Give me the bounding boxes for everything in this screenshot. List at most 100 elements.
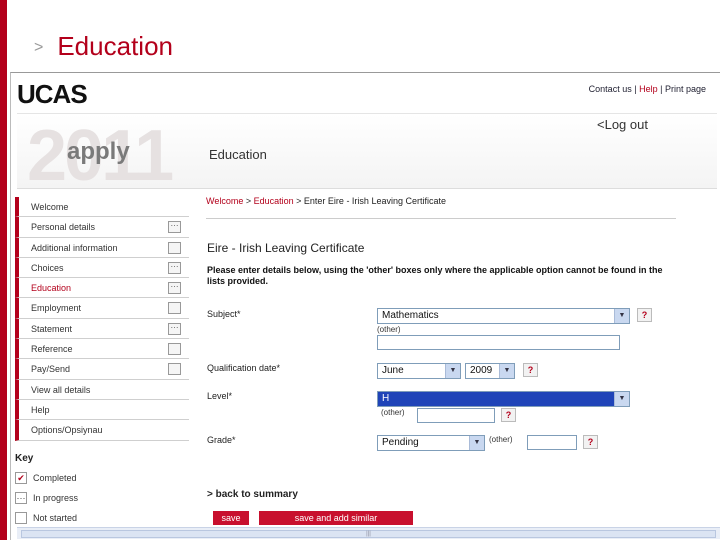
link-separator: | <box>660 84 663 94</box>
form-instructions: Please enter details below, using the 'o… <box>207 265 663 286</box>
completed-check-icon: ✔ <box>15 472 27 484</box>
logout-link[interactable]: <Log out <box>597 117 648 132</box>
sidebar-item-help[interactable]: Help <box>15 399 189 421</box>
sidebar-item-label: Pay/Send <box>31 364 71 375</box>
chevron-down-icon: ▼ <box>445 364 460 378</box>
subject-select[interactable]: Mathematics ▼ <box>377 308 630 324</box>
in-progress-icon: ··· <box>168 322 181 335</box>
sidebar-item-label: Additional information <box>31 242 118 253</box>
sidebar-item-label: View all details <box>31 384 91 395</box>
key-item-in-progress: ··· In progress <box>15 490 185 510</box>
breadcrumb: Welcome > Education > Enter Eire - Irish… <box>206 196 676 219</box>
qualification-month-value: June <box>382 365 404 376</box>
save-button[interactable]: save <box>213 511 249 525</box>
not-started-icon <box>168 343 181 356</box>
sidebar-item-label: Choices <box>31 262 64 273</box>
in-progress-icon: ··· <box>168 221 181 234</box>
subject-help-icon[interactable]: ? <box>637 308 652 322</box>
chevron-right-icon: > <box>34 39 44 56</box>
qualification-year-value: 2009 <box>470 365 493 376</box>
sidebar-item-personal-details[interactable]: Personal details ··· <box>15 217 189 238</box>
sidebar-item-choices[interactable]: Choices ··· <box>15 257 189 279</box>
sidebar-item-view-all-details[interactable]: View all details <box>15 379 189 400</box>
not-started-icon <box>168 363 181 376</box>
education-form-intro: Eire - Irish Leaving Certificate Please … <box>207 241 707 287</box>
status-key: Key ✔ Completed ··· In progress Not starte… <box>15 453 185 530</box>
slide-title-text: Education <box>57 30 173 61</box>
level-select[interactable]: H ▼ <box>377 391 630 407</box>
not-started-icon <box>168 241 181 254</box>
sidebar-item-pay-send[interactable]: Pay/Send <box>15 359 189 380</box>
header-banner: 2011 apply Education <Log out <box>17 113 717 192</box>
subject-label: Subject* <box>207 309 241 319</box>
chevron-down-icon: ▼ <box>614 309 629 323</box>
ucas-logo[interactable]: UCAS <box>17 79 88 110</box>
sidebar-item-welcome[interactable]: Welcome <box>15 197 189 218</box>
grade-other-label: (other) <box>489 435 513 444</box>
slide: > Education UCAS Contact us | Help | Pri… <box>0 0 720 540</box>
sidebar-item-label: Education <box>31 283 72 294</box>
sidebar-item-label: Statement <box>31 323 73 334</box>
back-to-summary-link[interactable]: > back to summary <box>207 489 298 500</box>
subject-other-input[interactable] <box>377 335 620 350</box>
breadcrumb-education[interactable]: Education <box>254 196 294 206</box>
key-item-label: In progress <box>33 493 79 503</box>
in-progress-icon: ··· <box>168 282 181 295</box>
sidebar-item-additional-information[interactable]: Additional information <box>15 237 189 258</box>
subject-select-value: Mathematics <box>382 310 439 321</box>
help-link[interactable]: Help <box>639 84 658 94</box>
level-other-input[interactable] <box>417 408 495 423</box>
sidebar-item-label: Personal details <box>31 222 96 233</box>
in-progress-icon: ··· <box>168 261 181 274</box>
qualification-date-help-icon[interactable]: ? <box>523 363 538 377</box>
key-title: Key <box>15 453 34 464</box>
sidebar-item-employment[interactable]: Employment <box>15 298 189 319</box>
subject-other-label: (other) <box>377 325 401 334</box>
scrollbar-thumb[interactable]: ||| <box>21 530 716 538</box>
section-heading: Education <box>209 147 267 162</box>
in-progress-icon: ··· <box>15 492 27 504</box>
key-item-label: Not started <box>33 513 78 523</box>
grade-other-input[interactable] <box>527 435 577 450</box>
slide-accent-bar <box>0 0 7 540</box>
key-item-label: Completed <box>33 473 77 483</box>
level-label: Level* <box>207 391 233 401</box>
sidebar-nav: Welcome Personal details ··· Additional i… <box>15 197 189 441</box>
sidebar-item-statement[interactable]: Statement ··· <box>15 318 189 340</box>
sidebar-item-label: Welcome <box>31 202 69 212</box>
level-help-icon[interactable]: ? <box>501 408 516 422</box>
breadcrumb-current: Enter Eire - Irish Leaving Certificate <box>303 196 446 206</box>
breadcrumb-welcome[interactable]: Welcome <box>206 196 243 206</box>
sidebar-item-label: Options/Opsiynau <box>31 425 103 436</box>
not-started-icon <box>15 512 27 524</box>
chevron-down-icon: ▼ <box>499 364 514 378</box>
apply-title: apply <box>67 138 130 165</box>
level-select-value: H <box>382 393 390 404</box>
grade-select[interactable]: Pending ▼ <box>377 435 485 451</box>
sidebar-item-label: Reference <box>31 344 73 355</box>
breadcrumb-separator: > <box>243 196 254 206</box>
sidebar-item-education[interactable]: Education ··· <box>15 278 189 299</box>
breadcrumb-separator: > <box>293 196 304 206</box>
scrollbar-grip-icon: ||| <box>366 531 371 537</box>
grade-help-icon[interactable]: ? <box>583 435 598 449</box>
level-other-label: (other) <box>381 408 405 417</box>
top-links: Contact us | Help | Print page <box>589 84 706 94</box>
qualification-month-select[interactable]: June ▼ <box>377 363 461 379</box>
sidebar-item-reference[interactable]: Reference <box>15 339 189 360</box>
horizontal-scrollbar[interactable]: ||| <box>17 527 720 539</box>
sidebar-item-label: Employment <box>31 303 82 314</box>
print-page-link[interactable]: Print page <box>665 84 706 94</box>
slide-title: > Education <box>34 28 173 64</box>
chevron-down-icon: ▼ <box>469 436 484 450</box>
grade-label: Grade* <box>207 435 236 445</box>
chevron-down-icon: ▼ <box>614 392 629 406</box>
link-separator: | <box>634 84 637 94</box>
not-started-icon <box>168 302 181 315</box>
sidebar-item-options[interactable]: Options/Opsiynau <box>15 420 189 441</box>
sidebar-item-label: Help <box>31 404 50 415</box>
save-and-add-similar-button[interactable]: save and add similar <box>259 511 413 525</box>
qualification-date-label: Qualification date* <box>207 363 281 373</box>
contact-us-link[interactable]: Contact us <box>589 84 632 94</box>
qualification-year-select[interactable]: 2009 ▼ <box>465 363 515 379</box>
